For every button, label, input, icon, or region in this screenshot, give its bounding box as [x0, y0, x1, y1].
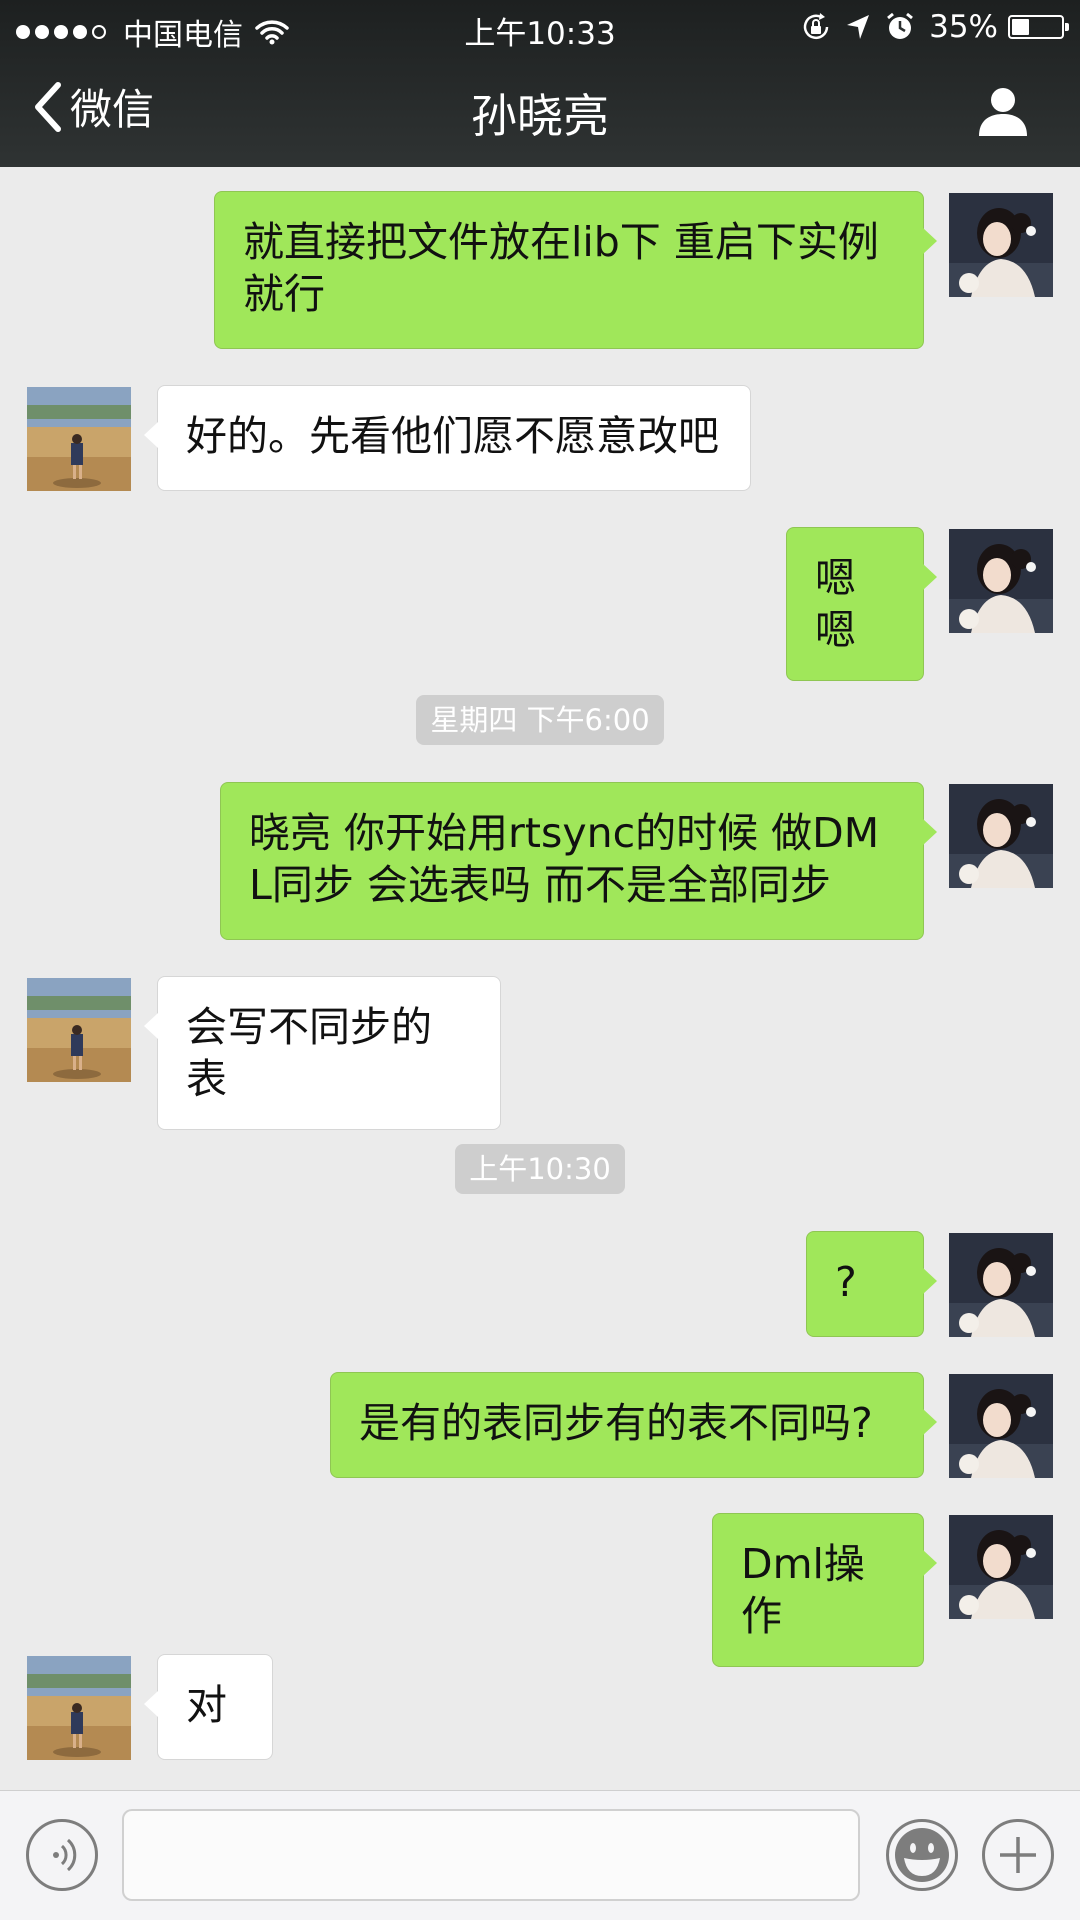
profile-button[interactable] [976, 84, 1030, 138]
my-avatar[interactable] [949, 1515, 1053, 1619]
sent-message-bubble[interactable]: 嗯嗯 [786, 527, 937, 681]
contact-avatar[interactable] [27, 387, 131, 491]
plus-button[interactable] [982, 1819, 1054, 1891]
plus-icon [1000, 1837, 1036, 1873]
sent-message-bubble[interactable]: 晓亮 你开始用rtsync的时候 做DML同步 会选表吗 而不是全部同步 [220, 782, 937, 940]
my-avatar[interactable] [949, 529, 1053, 633]
voice-button[interactable] [26, 1819, 98, 1891]
alarm-icon [887, 12, 914, 39]
battery-percentage: 35% [929, 9, 998, 45]
rotation-lock-icon [803, 13, 829, 40]
location-arrow-icon [847, 15, 870, 39]
my-avatar[interactable] [949, 1233, 1053, 1337]
emoji-icon [895, 1828, 949, 1882]
status-right: 35% [787, 9, 1069, 45]
sent-message-bubble[interactable]: Dml操作 [712, 1513, 937, 1667]
message-input[interactable] [122, 1809, 860, 1901]
contact-avatar[interactable] [27, 1656, 131, 1760]
battery-tip [1065, 23, 1069, 31]
received-message-bubble[interactable]: 会写不同步的表 [144, 976, 501, 1130]
voice-icon [53, 1838, 77, 1872]
chat-title: 孙晓亮 [471, 89, 609, 143]
status-bar: 中国电信 上午10:33 35% [0, 0, 1080, 54]
my-avatar[interactable] [949, 193, 1053, 297]
sent-message-bubble[interactable]: ? [806, 1231, 937, 1337]
my-avatar[interactable] [949, 784, 1053, 888]
battery-icon [1008, 15, 1069, 39]
timestamp-label: 上午10:30 [455, 1144, 625, 1194]
sent-message-bubble[interactable]: 就直接把文件放在lib下 重启下实例就行 [214, 191, 937, 349]
timestamp-divider: 星期四 下午6:00 [0, 695, 1080, 745]
my-avatar[interactable] [949, 1374, 1053, 1478]
contact-avatar[interactable] [27, 978, 131, 1082]
battery-fill [1012, 19, 1029, 35]
emoji-button[interactable] [886, 1819, 958, 1891]
timestamp-label: 星期四 下午6:00 [416, 695, 664, 745]
navigation-bar: 微信 孙晓亮 [0, 54, 1080, 167]
received-message-bubble[interactable]: 对 [144, 1654, 273, 1760]
top-bar: 中国电信 上午10:33 35% 微信 孙晓亮 [0, 0, 1080, 167]
received-message-bubble[interactable]: 好的。先看他们愿不愿意改吧 [144, 385, 751, 491]
timestamp-divider: 上午10:30 [0, 1144, 1080, 1194]
chat-message-list[interactable]: 就直接把文件放在lib下 重启下实例就行好的。先看他们愿不愿意改吧 嗯嗯星期四 下… [0, 167, 1080, 1790]
sent-message-bubble[interactable]: 是有的表同步有的表不同吗? [330, 1372, 937, 1478]
wechat-chat-screen: 中国电信 上午10:33 35% 微信 孙晓亮 就直接把文件放在lib下 重启下… [0, 0, 1080, 1920]
profile-icon [979, 88, 1027, 136]
input-bar [0, 1790, 1080, 1920]
